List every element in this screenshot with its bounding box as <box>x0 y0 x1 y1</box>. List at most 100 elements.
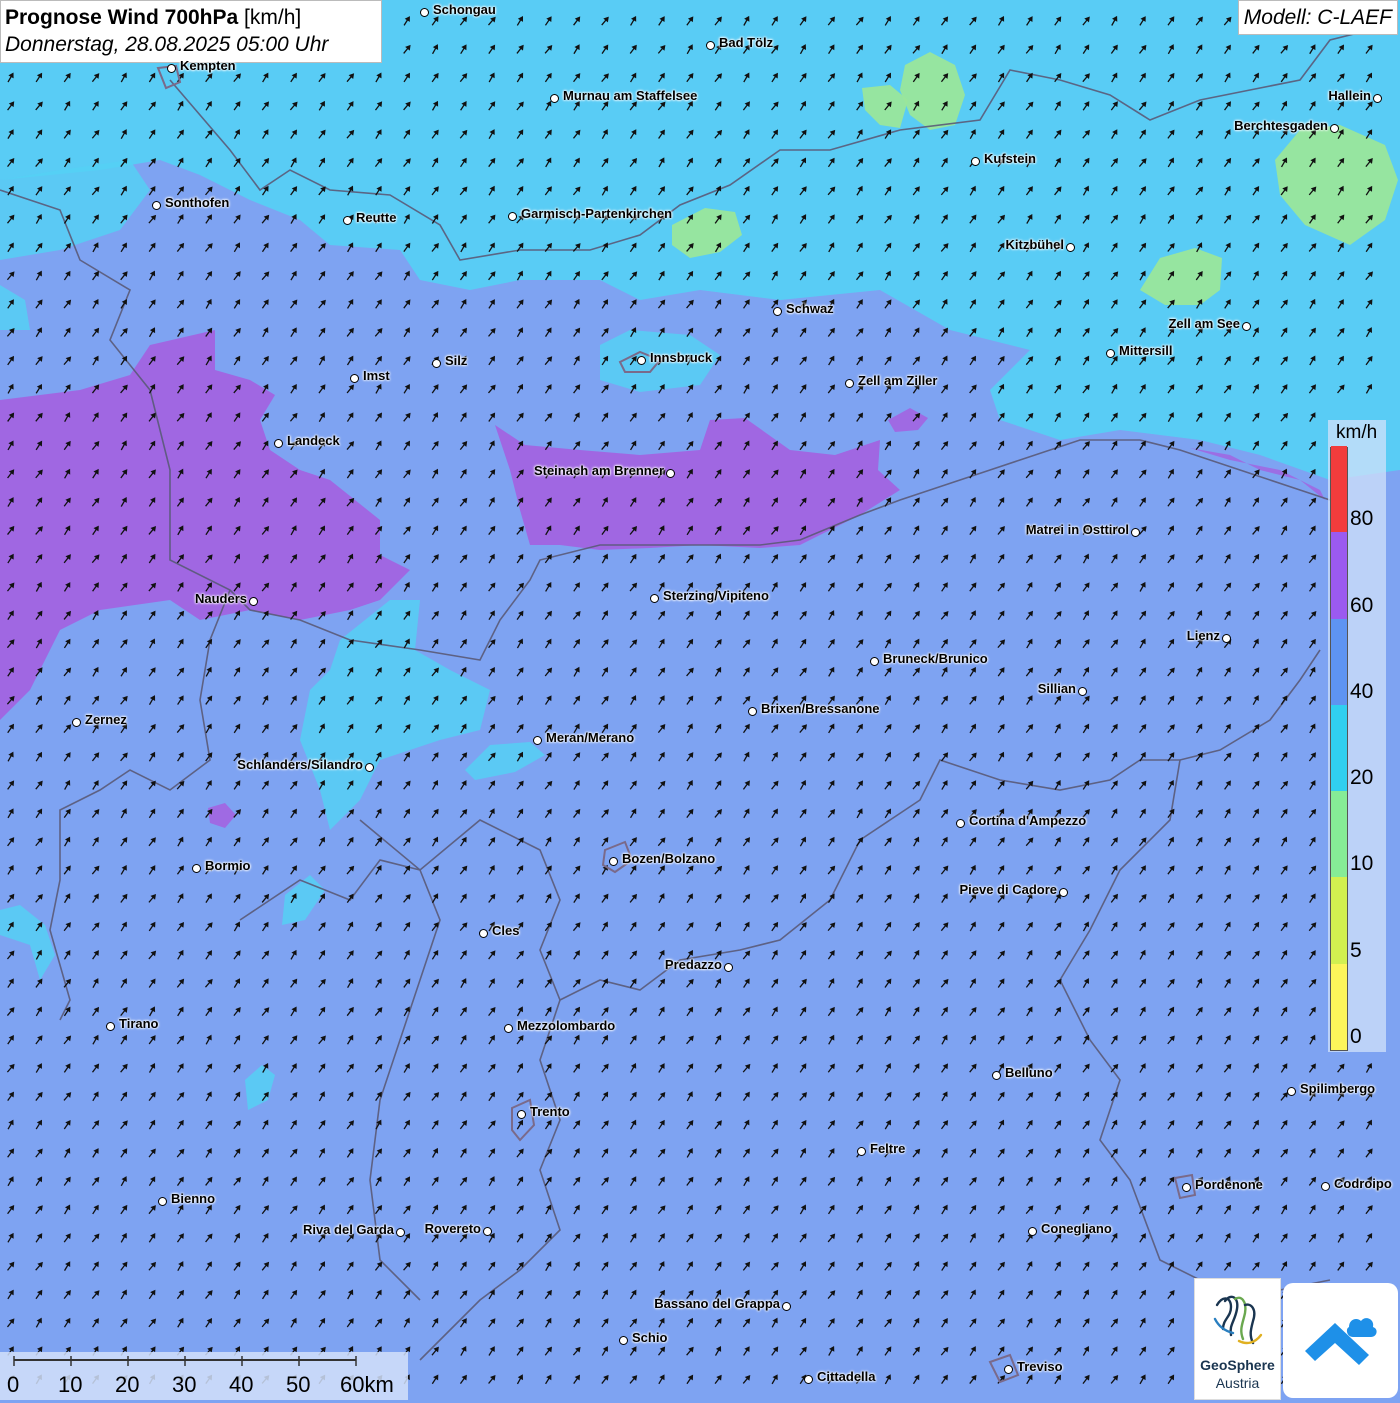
city-dot <box>1131 528 1140 537</box>
city-label: Hallein <box>1328 88 1371 103</box>
city-dot <box>870 657 879 666</box>
city-dot <box>479 929 488 938</box>
geosphere-logo[interactable]: GeoSphere Austria <box>1194 1278 1281 1400</box>
city-label: Codroipo <box>1334 1176 1392 1191</box>
city-marker: Zernez <box>72 712 127 727</box>
city-dot <box>1004 1365 1013 1374</box>
city-marker: Nauders <box>195 591 258 606</box>
city-marker: Kempten <box>167 58 236 73</box>
city-marker: Meran/Merano <box>533 730 634 745</box>
city-dot <box>845 379 854 388</box>
city-dot <box>650 594 659 603</box>
legend-swatch <box>1331 531 1347 619</box>
scale-tick-10: 10 <box>58 1372 83 1397</box>
city-marker: Steinach am Brenner <box>534 463 675 478</box>
city-label: Bruneck/Brunico <box>883 651 988 666</box>
city-label: Lienz <box>1186 628 1220 643</box>
city-marker: Rovereto <box>425 1221 492 1236</box>
city-label: Schongau <box>433 2 496 17</box>
city-dot <box>249 597 258 606</box>
geosphere-emblem-icon <box>1213 1295 1263 1345</box>
city-label: Matrei in Osttirol <box>1025 522 1129 537</box>
city-marker: Brixen/Bressanone <box>748 701 880 716</box>
city-dot <box>106 1022 115 1031</box>
legend-title: km/h <box>1336 422 1378 443</box>
city-dot <box>1222 634 1231 643</box>
city-dot <box>637 356 646 365</box>
city-dot <box>167 64 176 73</box>
city-dot <box>1028 1227 1037 1236</box>
city-dot <box>1321 1182 1330 1191</box>
city-dot <box>274 439 283 448</box>
city-marker: Bad Tölz <box>706 35 773 50</box>
city-label: Tirano <box>119 1016 159 1031</box>
city-label: Bozen/Bolzano <box>622 851 716 866</box>
city-label: Conegliano <box>1041 1221 1112 1236</box>
city-marker: Bruneck/Brunico <box>870 651 988 666</box>
title-panel: Prognose Wind 700hPa [km/h] Donnerstag, … <box>0 0 382 63</box>
city-label: Zernez <box>85 712 127 727</box>
city-dot <box>782 1302 791 1311</box>
model-label: Modell: C-LAEF <box>1237 0 1398 35</box>
legend-label: 80 <box>1350 507 1374 531</box>
city-marker: Feltre <box>857 1141 905 1156</box>
scale-end-label: 60km <box>340 1372 394 1397</box>
title-unit: [km/h] <box>244 6 302 29</box>
legend-label: 60 <box>1350 593 1374 617</box>
city-label: Pieve di Cadore <box>959 882 1057 897</box>
city-dot <box>365 763 374 772</box>
city-label: Meran/Merano <box>546 730 635 745</box>
city-label: Murnau am Staffelsee <box>563 88 698 103</box>
legend-swatch <box>1331 876 1347 964</box>
city-marker: Murnau am Staffelsee <box>550 88 697 103</box>
city-marker: Pordenone <box>1182 1177 1263 1192</box>
city-dot <box>72 718 81 727</box>
city-marker: Zell am Ziller <box>845 373 937 388</box>
city-label: Cittadella <box>817 1369 876 1384</box>
city-marker: Mittersill <box>1106 343 1172 358</box>
city-label: Berchtesgaden <box>1234 118 1328 133</box>
city-marker: Schlanders/Silandro <box>237 757 374 772</box>
city-label: Kitzbühel <box>1005 237 1065 252</box>
weather-app-logo[interactable] <box>1283 1283 1398 1398</box>
city-label: Mezzolombardo <box>517 1018 616 1033</box>
city-dot <box>1078 687 1087 696</box>
city-marker: Cortina d'Ampezzo <box>956 813 1086 828</box>
city-marker: Conegliano <box>1028 1221 1112 1236</box>
city-marker: Berchtesgaden <box>1234 118 1339 133</box>
city-label: Schio <box>632 1330 668 1345</box>
city-label: Sterzing/Vipiteno <box>663 588 769 603</box>
city-label: Silz <box>445 353 468 368</box>
city-marker: Landeck <box>274 433 340 448</box>
city-label: Bad Tölz <box>719 35 774 50</box>
scale-tick-40: 40 <box>229 1372 254 1397</box>
city-label: Pordenone <box>1195 1177 1263 1192</box>
city-label: Zell am Ziller <box>858 373 938 388</box>
scale-tick-50: 50 <box>286 1372 311 1397</box>
city-dot <box>1066 243 1075 252</box>
city-label: Feltre <box>870 1141 906 1156</box>
city-label: Innsbruck <box>650 350 713 365</box>
legend-label: 40 <box>1350 679 1374 703</box>
legend-swatch <box>1331 962 1347 1050</box>
city-label: Garmisch-Partenkirchen <box>521 206 673 221</box>
city-marker: Silz <box>432 353 467 368</box>
city-dot <box>504 1024 513 1033</box>
city-marker: Belluno <box>992 1065 1053 1080</box>
city-dot <box>350 374 359 383</box>
city-marker: Lienz <box>1187 628 1231 643</box>
city-dot <box>857 1147 866 1156</box>
city-dot <box>804 1375 813 1384</box>
city-label: Reutte <box>356 210 397 225</box>
city-marker: Codroipo <box>1321 1176 1392 1191</box>
city-dot <box>666 469 675 478</box>
city-marker: Cittadella <box>804 1369 876 1384</box>
map-title: Prognose Wind 700hPa [km/h] <box>5 4 377 31</box>
city-dot <box>420 8 429 17</box>
city-dot <box>192 864 201 873</box>
city-marker: Innsbruck <box>637 350 712 365</box>
city-label: Treviso <box>1017 1359 1063 1374</box>
city-dot <box>550 94 559 103</box>
city-marker: Imst <box>350 368 390 383</box>
scale-tick-20: 20 <box>115 1372 140 1397</box>
